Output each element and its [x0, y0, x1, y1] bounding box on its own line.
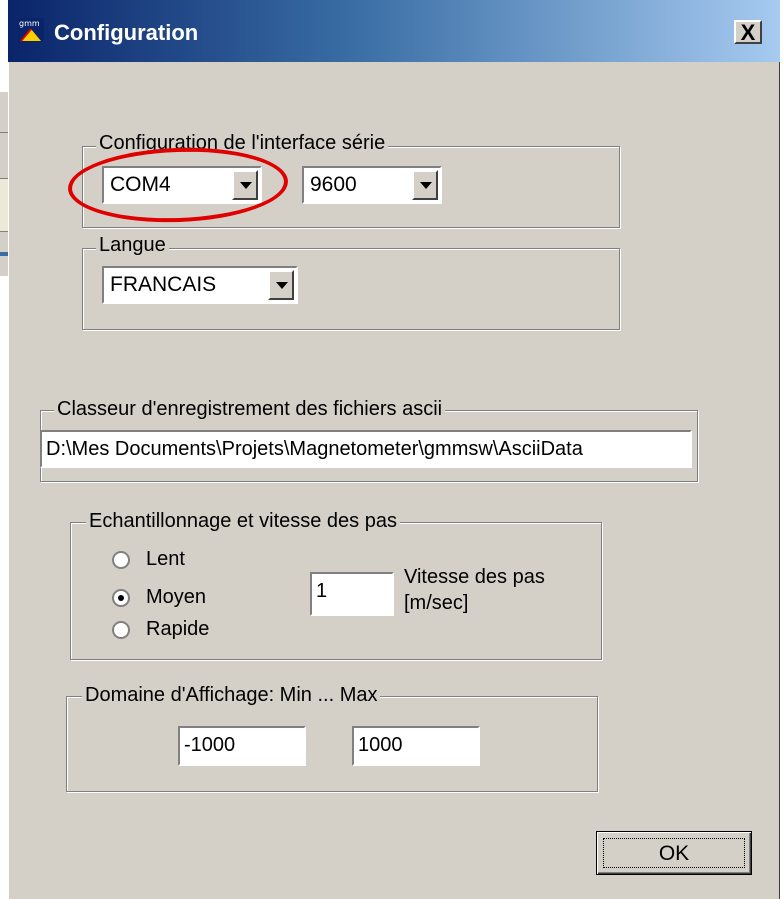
serial-group-legend: Configuration de l'interface série — [96, 132, 389, 155]
svg-text:gmm: gmm — [19, 19, 40, 28]
radio-moyen[interactable] — [112, 589, 130, 607]
dialog-title: Configuration — [54, 20, 199, 45]
speed-input[interactable]: 1 — [310, 572, 394, 616]
port-select-value: COM4 — [110, 173, 171, 196]
close-button[interactable]: X — [734, 20, 762, 44]
chevron-down-icon[interactable] — [412, 170, 438, 200]
app-logo-icon: gmm — [18, 18, 44, 42]
baud-select-value: 9600 — [310, 173, 357, 196]
display-range-legend: Domaine d'Affichage: Min ... Max — [82, 684, 381, 707]
language-select[interactable]: FRANCAIS — [102, 266, 298, 304]
radio-moyen-label: Moyen — [146, 586, 207, 608]
radio-rapide-label: Rapide — [146, 618, 210, 640]
close-icon: X — [740, 20, 756, 45]
speed-unit-label: [m/sec] — [404, 592, 469, 614]
range-min-input[interactable]: -1000 — [178, 726, 306, 766]
chevron-down-icon[interactable] — [268, 270, 294, 300]
display-range-group — [66, 696, 598, 792]
baud-select[interactable]: 9600 — [302, 166, 442, 204]
ascii-folder-path-input[interactable]: D:\Mes Documents\Projets\Magnetometer\gm… — [40, 430, 692, 468]
radio-rapide[interactable] — [112, 621, 130, 639]
language-select-value: FRANCAIS — [110, 273, 217, 296]
port-select[interactable]: COM4 — [102, 166, 262, 204]
radio-lent[interactable] — [112, 551, 130, 569]
ok-button-label: OK — [658, 842, 690, 865]
ok-button[interactable]: OK — [596, 831, 752, 875]
speed-label: Vitesse des pas — [404, 566, 545, 588]
ascii-folder-legend: Classeur d'enregistrement des fichiers a… — [54, 398, 446, 421]
sampling-group-legend: Echantillonnage et vitesse des pas — [86, 510, 400, 533]
radio-lent-label: Lent — [146, 548, 185, 570]
language-group-legend: Langue — [96, 234, 169, 257]
chevron-down-icon[interactable] — [232, 170, 258, 200]
range-max-input[interactable]: 1000 — [352, 726, 480, 766]
